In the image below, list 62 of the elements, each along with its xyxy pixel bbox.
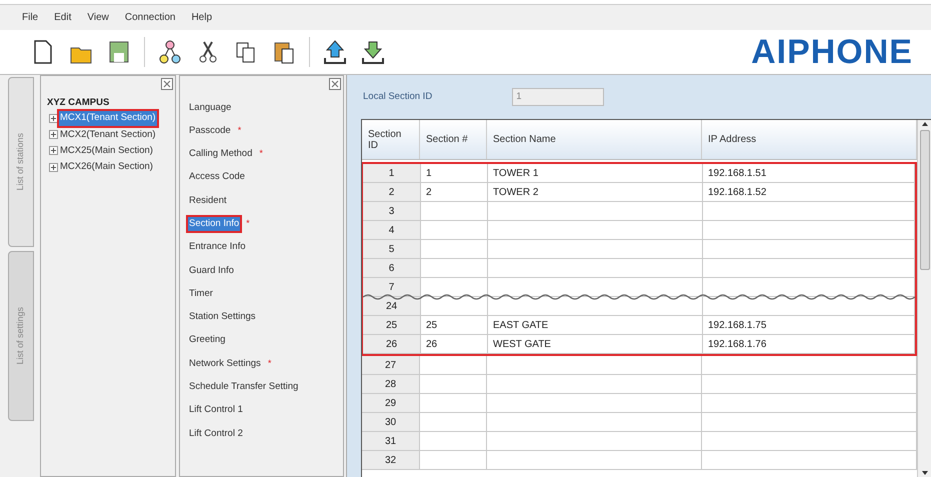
row-header-cell: 27 [362, 356, 420, 374]
network-nodes-icon[interactable] [157, 38, 183, 66]
brand-logo: AIPHONE [751, 32, 913, 72]
required-asterisk: * [246, 217, 250, 230]
menu-item[interactable]: Edit [54, 10, 72, 25]
expand-icon[interactable] [49, 114, 58, 123]
row-header-cell: 1 [363, 164, 421, 182]
menu-item[interactable]: Help [191, 10, 212, 25]
close-icon[interactable] [329, 78, 341, 90]
column-header[interactable]: Section # [420, 120, 487, 159]
scroll-up-icon[interactable] [922, 122, 928, 126]
settings-item[interactable]: Access Code [188, 170, 246, 185]
tree-root-label: XYZ CAMPUS [47, 96, 110, 110]
tree-item[interactable]: MCX25(Main Section) [59, 144, 154, 158]
settings-item[interactable]: Lift Control 2 [188, 426, 244, 441]
settings-item[interactable]: Resident [188, 194, 228, 208]
menu-item[interactable]: File [22, 10, 38, 25]
row-header-cell: 29 [362, 394, 420, 412]
settings-item[interactable]: Schedule Transfer Setting [188, 380, 300, 394]
settings-item[interactable]: Language [188, 100, 232, 115]
row-header-cell: 5 [363, 240, 421, 258]
row-header-cell: 7 [363, 278, 421, 296]
row-header-cell: 28 [362, 375, 420, 393]
row-header-cell: 30 [362, 413, 420, 431]
settings-item[interactable]: Passcode [188, 124, 232, 138]
upload-icon[interactable] [322, 38, 348, 66]
row-header-cell: 25 [363, 316, 421, 334]
row-header-cell: 31 [362, 432, 420, 450]
required-asterisk: * [238, 124, 242, 138]
row-header-cell: 26 [363, 335, 421, 353]
column-header[interactable]: Section Name [487, 120, 702, 159]
settings-item[interactable]: Calling Method [188, 147, 254, 162]
row-header-cell: 4 [363, 221, 421, 239]
row-header-cell: 3 [363, 202, 421, 220]
settings-item[interactable]: Greeting [188, 333, 226, 348]
settings-item[interactable]: Entrance Info [188, 240, 247, 255]
settings-item[interactable]: Timer [188, 286, 214, 302]
settings-item[interactable]: Section Info [188, 217, 240, 232]
field-label: Local Section ID [363, 90, 432, 104]
settings-item[interactable]: Station Settings [188, 310, 257, 324]
scroll-down-icon[interactable] [922, 471, 928, 475]
tree-item[interactable]: MCX1(Tenant Section) [59, 111, 157, 126]
tree-item[interactable]: MCX26(Main Section) [59, 160, 154, 174]
close-icon[interactable] [161, 78, 173, 90]
scrollbar-thumb[interactable] [920, 130, 930, 270]
settings-item[interactable]: Lift Control 1 [188, 403, 244, 418]
expand-icon[interactable] [49, 130, 58, 140]
menu-item[interactable]: View [87, 10, 109, 25]
row-header-cell: 2 [363, 183, 421, 201]
row-header-cell: 24 [363, 297, 421, 315]
required-asterisk: * [259, 147, 263, 160]
settings-item[interactable]: Network Settings [188, 356, 262, 372]
column-header[interactable]: Section ID [362, 120, 420, 159]
tree-item[interactable]: MCX2(Tenant Section) [59, 128, 157, 142]
row-header-cell: 6 [363, 259, 421, 277]
row-header-cell: 32 [362, 451, 420, 469]
vertical-scrollbar[interactable] [917, 120, 931, 477]
menu-item[interactable]: Connection [124, 10, 176, 25]
required-asterisk: * [268, 357, 272, 370]
settings-item[interactable]: Guard Info [188, 264, 235, 278]
expand-icon[interactable] [49, 146, 58, 156]
expand-icon[interactable] [49, 162, 58, 172]
